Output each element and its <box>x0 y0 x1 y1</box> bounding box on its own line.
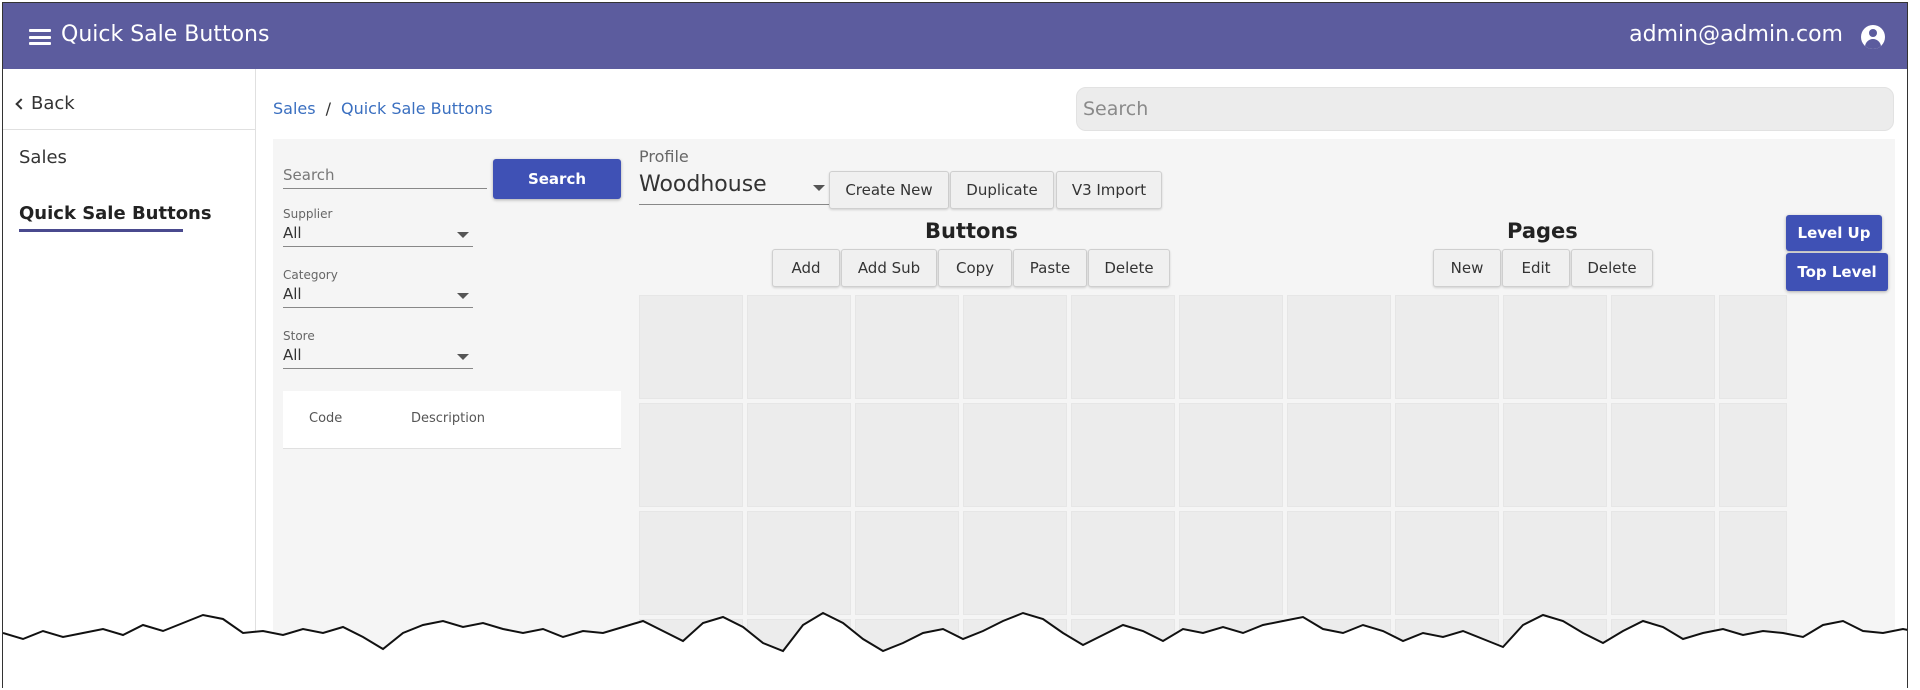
product-search-input[interactable] <box>283 161 487 189</box>
v3-import-button[interactable]: V3 Import <box>1056 171 1162 209</box>
menu-icon[interactable] <box>29 29 51 45</box>
pages-title: Pages <box>1507 219 1578 243</box>
quick-sale-button-slot[interactable] <box>963 295 1067 399</box>
sidebar: Back Sales Quick Sale Buttons <box>3 69 256 688</box>
quick-sale-button-slot[interactable] <box>1395 403 1499 507</box>
store-value: All <box>283 346 302 364</box>
delete-button-buttons[interactable]: Delete <box>1088 249 1170 287</box>
quick-sale-button-slot[interactable] <box>855 295 959 399</box>
new-page-button[interactable]: New <box>1433 249 1501 287</box>
back-button[interactable]: Back <box>15 93 75 114</box>
quick-sale-button-slot[interactable] <box>1611 295 1715 399</box>
duplicate-button[interactable]: Duplicate <box>950 171 1054 209</box>
category-value: All <box>283 285 302 303</box>
quick-sale-button-slot[interactable] <box>1611 511 1715 615</box>
quick-sale-button-slot[interactable] <box>855 403 959 507</box>
edit-page-button[interactable]: Edit <box>1502 249 1570 287</box>
top-search-input[interactable] <box>1076 87 1894 131</box>
breadcrumb-sales[interactable]: Sales <box>273 99 316 118</box>
quick-sale-button-slot[interactable] <box>1071 403 1175 507</box>
column-header-description[interactable]: Description <box>411 411 485 426</box>
quick-sale-button-slot[interactable] <box>747 403 851 507</box>
supplier-value: All <box>283 224 302 242</box>
add-button[interactable]: Add <box>772 249 840 287</box>
quick-sale-button-slot[interactable] <box>1395 511 1499 615</box>
quick-sale-button-slot[interactable] <box>963 403 1067 507</box>
delete-page-button[interactable]: Delete <box>1571 249 1653 287</box>
quick-sale-button-slot[interactable] <box>747 511 851 615</box>
quick-sale-button-slot[interactable] <box>1719 403 1787 507</box>
paste-button[interactable]: Paste <box>1013 249 1087 287</box>
active-item-indicator <box>19 229 183 232</box>
sidebar-item-quick-sale-buttons[interactable]: Quick Sale Buttons <box>19 203 212 224</box>
quick-sale-button-slot[interactable] <box>1287 403 1391 507</box>
quick-sale-button-slot[interactable] <box>639 403 743 507</box>
quick-sale-button-slot[interactable] <box>1503 511 1607 615</box>
add-sub-button[interactable]: Add Sub <box>841 249 937 287</box>
quick-sale-button-slot[interactable] <box>1179 511 1283 615</box>
back-label: Back <box>31 93 75 114</box>
supplier-label: Supplier <box>283 207 333 221</box>
torn-edge-decoration <box>3 611 1907 688</box>
account-circle-icon[interactable] <box>1861 25 1885 49</box>
quick-sale-button-slot[interactable] <box>1287 295 1391 399</box>
quick-sale-button-slot[interactable] <box>1719 511 1787 615</box>
quick-sale-button-slot[interactable] <box>1503 295 1607 399</box>
quick-sale-button-slot[interactable] <box>1071 511 1175 615</box>
quick-sale-button-slot[interactable] <box>639 511 743 615</box>
store-select[interactable]: All <box>283 343 473 369</box>
quick-sale-button-slot[interactable] <box>1179 295 1283 399</box>
app-bar: Quick Sale Buttons admin@admin.com <box>3 3 1907 69</box>
supplier-select[interactable]: All <box>283 221 473 247</box>
breadcrumb: Sales / Quick Sale Buttons <box>273 99 493 118</box>
dropdown-arrow-icon <box>457 293 469 299</box>
chevron-left-icon <box>15 97 27 110</box>
quick-sale-button-slot[interactable] <box>1719 295 1787 399</box>
profile-label: Profile <box>639 147 689 166</box>
quick-sale-button-slot[interactable] <box>1071 295 1175 399</box>
store-label: Store <box>283 329 315 343</box>
quick-sale-button-slot[interactable] <box>1179 403 1283 507</box>
category-label: Category <box>283 268 338 282</box>
level-up-button[interactable]: Level Up <box>1786 215 1882 251</box>
quick-sale-button-slot[interactable] <box>1503 403 1607 507</box>
quick-sale-button-slot[interactable] <box>1395 295 1499 399</box>
quick-sale-button-slot[interactable] <box>1611 403 1715 507</box>
quick-sale-button-slot[interactable] <box>639 295 743 399</box>
copy-button[interactable]: Copy <box>938 249 1012 287</box>
create-new-button[interactable]: Create New <box>829 171 949 209</box>
user-email[interactable]: admin@admin.com <box>1629 22 1843 47</box>
search-button[interactable]: Search <box>493 159 621 199</box>
profile-select[interactable]: Woodhouse <box>639 169 829 205</box>
top-level-button[interactable]: Top Level <box>1786 253 1888 291</box>
column-header-code[interactable]: Code <box>309 411 342 426</box>
quick-sale-button-slot[interactable] <box>747 295 851 399</box>
sidebar-divider <box>3 129 255 130</box>
product-table-header: Code Description <box>283 391 621 449</box>
quick-sale-button-slot[interactable] <box>963 511 1067 615</box>
dropdown-arrow-icon <box>457 232 469 238</box>
buttons-title: Buttons <box>925 219 1018 243</box>
breadcrumb-quick-sale-buttons[interactable]: Quick Sale Buttons <box>341 99 493 118</box>
quick-sale-button-slot[interactable] <box>855 511 959 615</box>
dropdown-arrow-icon <box>813 185 825 191</box>
category-select[interactable]: All <box>283 282 473 308</box>
profile-value: Woodhouse <box>639 172 767 197</box>
app-title: Quick Sale Buttons <box>61 22 270 47</box>
dropdown-arrow-icon <box>457 354 469 360</box>
quick-sale-button-slot[interactable] <box>1287 511 1391 615</box>
sidebar-item-sales[interactable]: Sales <box>19 147 67 168</box>
app-window: Quick Sale Buttons admin@admin.com Back … <box>2 2 1908 688</box>
breadcrumb-separator: / <box>325 99 331 118</box>
